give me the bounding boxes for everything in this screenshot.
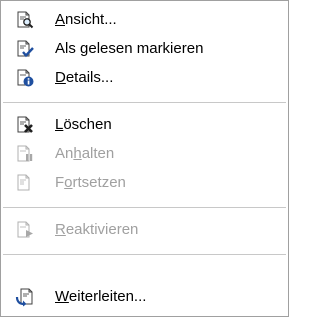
menu-separator: [3, 207, 286, 208]
context-menu: Ansicht... Als gelesen markieren Details…: [0, 0, 289, 317]
pause-icon: [17, 145, 33, 162]
menu-item-forward[interactable]: Weiterleiten...: [3, 283, 286, 311]
menu-item-mark-read-label-pre: Als: [55, 40, 81, 57]
menu-item-view-label-post: nsicht...: [65, 11, 117, 28]
menu-item-view[interactable]: Ansicht...: [3, 6, 286, 34]
menu-item-reactivate[interactable]: Reaktivieren: [3, 216, 286, 244]
menu-item-pause[interactable]: Anhalten: [3, 140, 286, 168]
delete-icon: [17, 116, 33, 133]
forward-icon: [15, 288, 33, 307]
menu-item-forward-accel: W: [55, 288, 69, 305]
menu-separator: [3, 102, 286, 103]
menu-item-reactivate-accel: R: [55, 221, 66, 238]
mark-read-icon: [17, 40, 34, 58]
menu-item-details-accel: D: [55, 69, 66, 86]
menu-item-forward-label-post: eiterleiten...: [68, 288, 147, 305]
menu-item-details[interactable]: Details...: [3, 64, 286, 92]
menu-item-pause-label-post: alten: [81, 145, 115, 162]
reactivate-icon: [17, 221, 33, 238]
menu-item-view-accel: A: [55, 11, 66, 28]
menu-item-delete[interactable]: Löschen: [3, 111, 286, 139]
resume-icon: [17, 174, 30, 191]
menu-item-resume-label-pre: F: [55, 174, 65, 191]
menu-item-pause-accel: h: [73, 145, 82, 162]
menu-item-details-label-post: etails...: [65, 69, 114, 86]
menu-item-resume-accel: o: [64, 174, 73, 191]
menu-item-mark-read-label-post: elesen markieren: [88, 40, 204, 57]
details-info-icon: [17, 69, 34, 87]
view-document-icon: [17, 11, 34, 29]
menu-item-resume[interactable]: Fortsetzen: [3, 169, 286, 197]
menu-item-resume-label-post: rtsetzen: [72, 174, 126, 191]
menu-item-delete-label-post: öschen: [63, 116, 112, 133]
menu-item-pause-label-pre: An: [55, 145, 74, 162]
menu-item-mark-read[interactable]: Als gelesen markieren: [3, 35, 286, 63]
menu-separator: [3, 254, 286, 255]
menu-item-reactivate-label-post: eaktivieren: [65, 221, 139, 238]
